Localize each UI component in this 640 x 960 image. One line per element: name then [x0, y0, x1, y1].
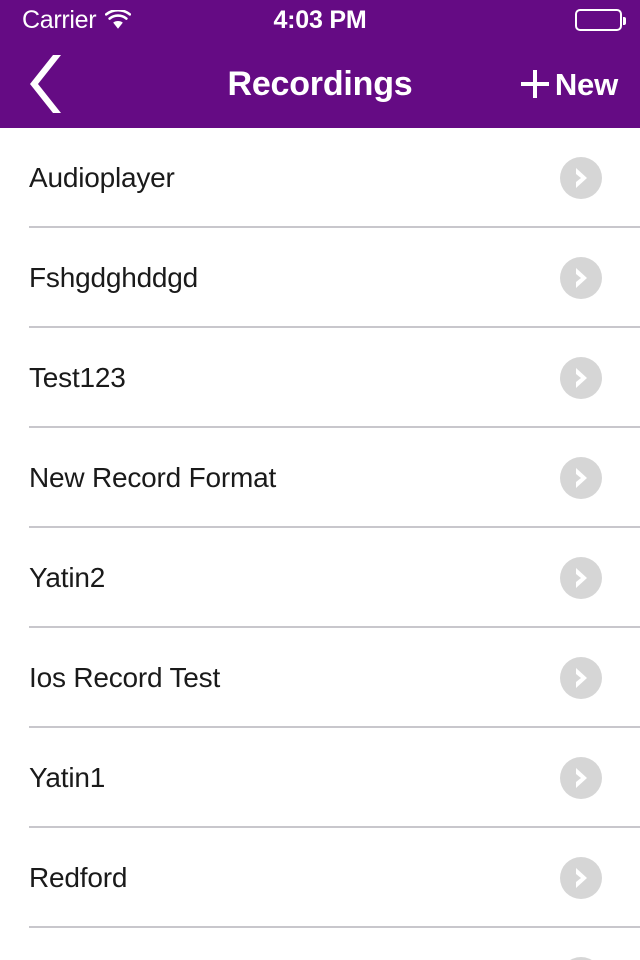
table-row[interactable]: Yatin1 [0, 728, 640, 828]
table-row[interactable] [0, 928, 640, 960]
chevron-right-circle-icon[interactable] [560, 257, 602, 299]
status-bar-left: Carrier [22, 5, 132, 34]
recordings-list[interactable]: Audioplayer Fshgdghddgd Test123 New Reco… [0, 128, 640, 960]
recording-title: Redford [29, 863, 128, 893]
chevron-right-circle-icon[interactable] [560, 557, 602, 599]
table-row[interactable]: Test123 [0, 328, 640, 428]
battery-full-icon [575, 9, 626, 31]
plus-icon [518, 67, 552, 101]
app-screen: Carrier 4:03 PM Recordings New Audioplay… [0, 0, 640, 960]
recording-title: Yatin1 [29, 763, 106, 793]
recording-title: Ios Record Test [29, 663, 221, 693]
chevron-right-circle-icon[interactable] [560, 757, 602, 799]
chevron-right-circle-icon[interactable] [560, 157, 602, 199]
table-row[interactable]: Ios Record Test [0, 628, 640, 728]
table-row[interactable]: New Record Format [0, 428, 640, 528]
chevron-left-icon [24, 53, 68, 115]
table-row[interactable]: Audioplayer [0, 128, 640, 228]
back-button[interactable] [24, 51, 86, 117]
wifi-icon [105, 8, 132, 30]
new-recording-button[interactable]: New [516, 61, 620, 107]
clock-label: 4:03 PM [273, 5, 367, 34]
recording-title: Yatin2 [29, 563, 106, 593]
status-bar-right [575, 9, 626, 31]
recording-title: Fshgdghddgd [29, 263, 199, 293]
recording-title: Audioplayer [29, 163, 175, 193]
carrier-label: Carrier [22, 5, 97, 34]
table-row[interactable]: Redford [0, 828, 640, 928]
chevron-right-circle-icon[interactable] [560, 357, 602, 399]
chevron-right-circle-icon[interactable] [560, 857, 602, 899]
table-row[interactable]: Fshgdghddgd [0, 228, 640, 328]
chevron-right-circle-icon[interactable] [560, 657, 602, 699]
table-row[interactable]: Yatin2 [0, 528, 640, 628]
recording-title: New Record Format [29, 463, 277, 493]
status-bar: Carrier 4:03 PM [0, 0, 640, 40]
chevron-right-circle-icon[interactable] [560, 457, 602, 499]
navigation-bar: Recordings New [0, 40, 640, 128]
recording-title: Test123 [29, 363, 126, 393]
new-button-label: New [554, 66, 618, 102]
